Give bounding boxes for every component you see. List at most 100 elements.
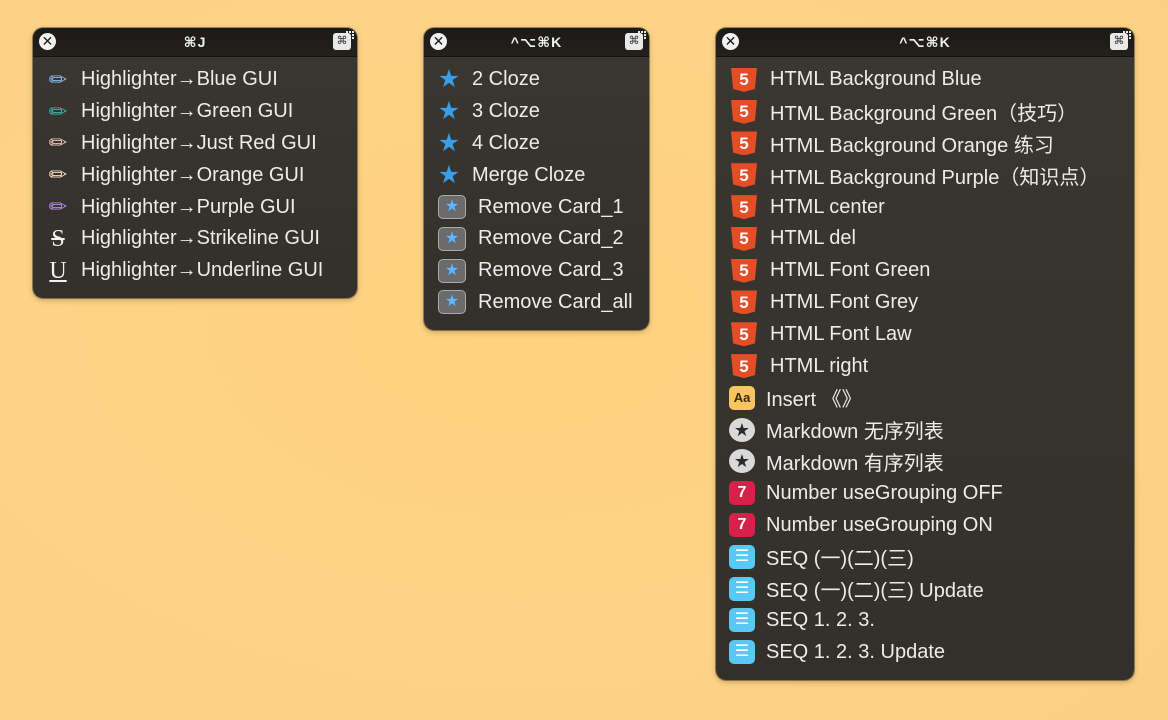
purple-highlighter-icon: ✏	[48, 194, 68, 220]
list-item-html-del[interactable]: 5 HTML del	[716, 223, 1134, 255]
list-item-html-background-orange[interactable]: 5 HTML Background Orange 练习	[716, 128, 1134, 160]
list-item-remove-card-3[interactable]: ★ Remove Card_3	[424, 255, 649, 287]
hotkey-label: ^⌥⌘K	[899, 34, 951, 50]
list-item-highlighter-strikeline[interactable]: S Highlighter→Strikeline GUI	[33, 223, 357, 255]
list-item-remove-card-all[interactable]: ★ Remove Card_all	[424, 287, 649, 319]
html5-icon: 5	[731, 131, 757, 156]
list-item-highlighter-green[interactable]: ✏ Highlighter→Green GUI	[33, 96, 357, 128]
list-item-html-center[interactable]: 5 HTML center	[716, 191, 1134, 223]
item-label: SEQ (一)(二)(三) Update	[766, 580, 984, 603]
html5-icon: 5	[731, 322, 757, 347]
item-label: Remove Card_2	[478, 227, 624, 250]
item-label: SEQ (一)(二)(三)	[766, 548, 914, 571]
orange-highlighter-icon: ✏	[48, 162, 68, 188]
keyboard-shortcut-icon[interactable]: ⌘	[333, 31, 354, 50]
item-label: Highlighter→Orange GUI	[81, 163, 305, 186]
item-label: Number useGrouping ON	[766, 513, 993, 536]
list-item-number-grouping-on[interactable]: 7 Number useGrouping ON	[716, 509, 1134, 541]
list-item-markdown-ordered[interactable]: ★ Markdown 有序列表	[716, 446, 1134, 478]
item-label: Markdown 有序列表	[766, 452, 944, 475]
cloze-panel: ✕ ^⌥⌘K ⌘ ★ 2 Cloze ★ 3 Cloze ★ 4 Cloze ★…	[424, 28, 649, 330]
list-icon: ☰	[729, 544, 755, 569]
item-label: Highlighter→Just Red GUI	[81, 131, 317, 154]
list-item-seq-numeric-update[interactable]: ☰ SEQ 1. 2. 3. Update	[716, 636, 1134, 668]
text-aa-icon: Aa	[729, 385, 755, 410]
item-label: HTML Background Blue	[770, 68, 982, 91]
item-label: HTML Background Orange 练习	[770, 134, 1054, 157]
panel-titlebar: ✕ ^⌥⌘K ⌘	[424, 28, 649, 57]
list-item-highlighter-orange[interactable]: ✏ Highlighter→Orange GUI	[33, 159, 357, 191]
action-list: ✏ Highlighter→Blue GUI ✏ Highlighter→Gre…	[33, 57, 357, 287]
star-icon: ★	[437, 65, 461, 94]
list-item-html-font-law[interactable]: 5 HTML Font Law	[716, 318, 1134, 350]
star-circle-icon: ★	[729, 449, 755, 474]
html5-icon: 5	[731, 290, 757, 315]
item-label: Highlighter→Green GUI	[81, 100, 294, 123]
list-item-3-cloze[interactable]: ★ 3 Cloze	[424, 96, 649, 128]
item-label: 3 Cloze	[472, 100, 540, 123]
star-circle-icon: ★	[729, 417, 755, 442]
list-item-highlighter-purple[interactable]: ✏ Highlighter→Purple GUI	[33, 191, 357, 223]
list-item-merge-cloze[interactable]: ★ Merge Cloze	[424, 159, 649, 191]
hotkey-label: ⌘J	[183, 34, 207, 50]
list-item-html-background-purple[interactable]: 5 HTML Background Purple（知识点）	[716, 159, 1134, 191]
item-label: Highlighter→Strikeline GUI	[81, 227, 320, 250]
item-label: 2 Cloze	[472, 68, 540, 91]
list-item-remove-card-2[interactable]: ★ Remove Card_2	[424, 223, 649, 255]
list-item-highlighter-underline[interactable]: U Highlighter→Underline GUI	[33, 255, 357, 287]
red-highlighter-icon: ✏	[48, 130, 68, 156]
list-item-highlighter-blue[interactable]: ✏ Highlighter→Blue GUI	[33, 64, 357, 96]
item-label: HTML Font Green	[770, 259, 931, 282]
list-item-html-font-green[interactable]: 5 HTML Font Green	[716, 255, 1134, 287]
list-item-4-cloze[interactable]: ★ 4 Cloze	[424, 128, 649, 160]
list-item-seq-numeric[interactable]: ☰ SEQ 1. 2. 3.	[716, 605, 1134, 637]
list-item-2-cloze[interactable]: ★ 2 Cloze	[424, 64, 649, 96]
item-label: HTML Font Law	[770, 322, 912, 345]
item-label: Remove Card_all	[478, 290, 633, 313]
list-item-html-right[interactable]: 5 HTML right	[716, 350, 1134, 382]
keyboard-shortcut-icon[interactable]: ⌘	[1110, 31, 1131, 50]
item-label: Number useGrouping OFF	[766, 481, 1003, 504]
html5-icon: 5	[731, 67, 757, 92]
star-icon: ★	[437, 160, 461, 189]
highlighter-panel: ✕ ⌘J ⌘ ✏ Highlighter→Blue GUI ✏ Highligh…	[33, 28, 357, 298]
list-item-html-background-green[interactable]: 5 HTML Background Green（技巧）	[716, 96, 1134, 128]
remove-card-icon: ★	[438, 195, 466, 220]
list-item-number-grouping-off[interactable]: 7 Number useGrouping OFF	[716, 477, 1134, 509]
action-list: ★ 2 Cloze ★ 3 Cloze ★ 4 Cloze ★ Merge Cl…	[424, 57, 649, 318]
list-item-markdown-unordered[interactable]: ★ Markdown 无序列表	[716, 414, 1134, 446]
strikethrough-icon: S	[51, 225, 65, 252]
list-item-seq-chinese[interactable]: ☰ SEQ (一)(二)(三)	[716, 541, 1134, 573]
item-label: 4 Cloze	[472, 131, 540, 154]
panel-titlebar: ✕ ^⌥⌘K ⌘	[716, 28, 1134, 57]
blue-highlighter-icon: ✏	[48, 66, 68, 92]
item-label: HTML center	[770, 195, 885, 218]
item-label: Merge Cloze	[472, 163, 586, 186]
item-label: Highlighter→Purple GUI	[81, 195, 296, 218]
action-list: 5 HTML Background Blue 5 HTML Background…	[716, 57, 1134, 668]
item-label: HTML Background Purple（知识点）	[770, 166, 1100, 189]
item-label: SEQ 1. 2. 3.	[766, 608, 875, 631]
remove-card-icon: ★	[438, 290, 466, 315]
html5-icon: 5	[731, 99, 757, 124]
item-label: Remove Card_3	[478, 259, 624, 282]
list-item-remove-card-1[interactable]: ★ Remove Card_1	[424, 191, 649, 223]
keyboard-shortcut-icon[interactable]: ⌘	[625, 31, 646, 50]
remove-card-icon: ★	[438, 226, 466, 251]
list-item-seq-chinese-update[interactable]: ☰ SEQ (一)(二)(三) Update	[716, 573, 1134, 605]
green-highlighter-icon: ✏	[48, 98, 68, 124]
item-label: HTML Font Grey	[770, 290, 919, 313]
list-item-highlighter-red[interactable]: ✏ Highlighter→Just Red GUI	[33, 128, 357, 160]
list-item-html-background-blue[interactable]: 5 HTML Background Blue	[716, 64, 1134, 96]
underline-icon: U	[49, 257, 67, 284]
list-item-insert-brackets[interactable]: Aa Insert 《》	[716, 382, 1134, 414]
item-label: Markdown 无序列表	[766, 421, 944, 444]
hotkey-label: ^⌥⌘K	[510, 34, 563, 50]
item-label: HTML del	[770, 227, 856, 250]
list-item-html-font-grey[interactable]: 5 HTML Font Grey	[716, 287, 1134, 319]
item-label: HTML Background Green（技巧）	[770, 103, 1078, 126]
html5-icon: 5	[731, 258, 757, 283]
number-seven-icon: 7	[729, 513, 755, 538]
html5-icon: 5	[731, 195, 757, 220]
item-label: Highlighter→Underline GUI	[81, 259, 324, 282]
